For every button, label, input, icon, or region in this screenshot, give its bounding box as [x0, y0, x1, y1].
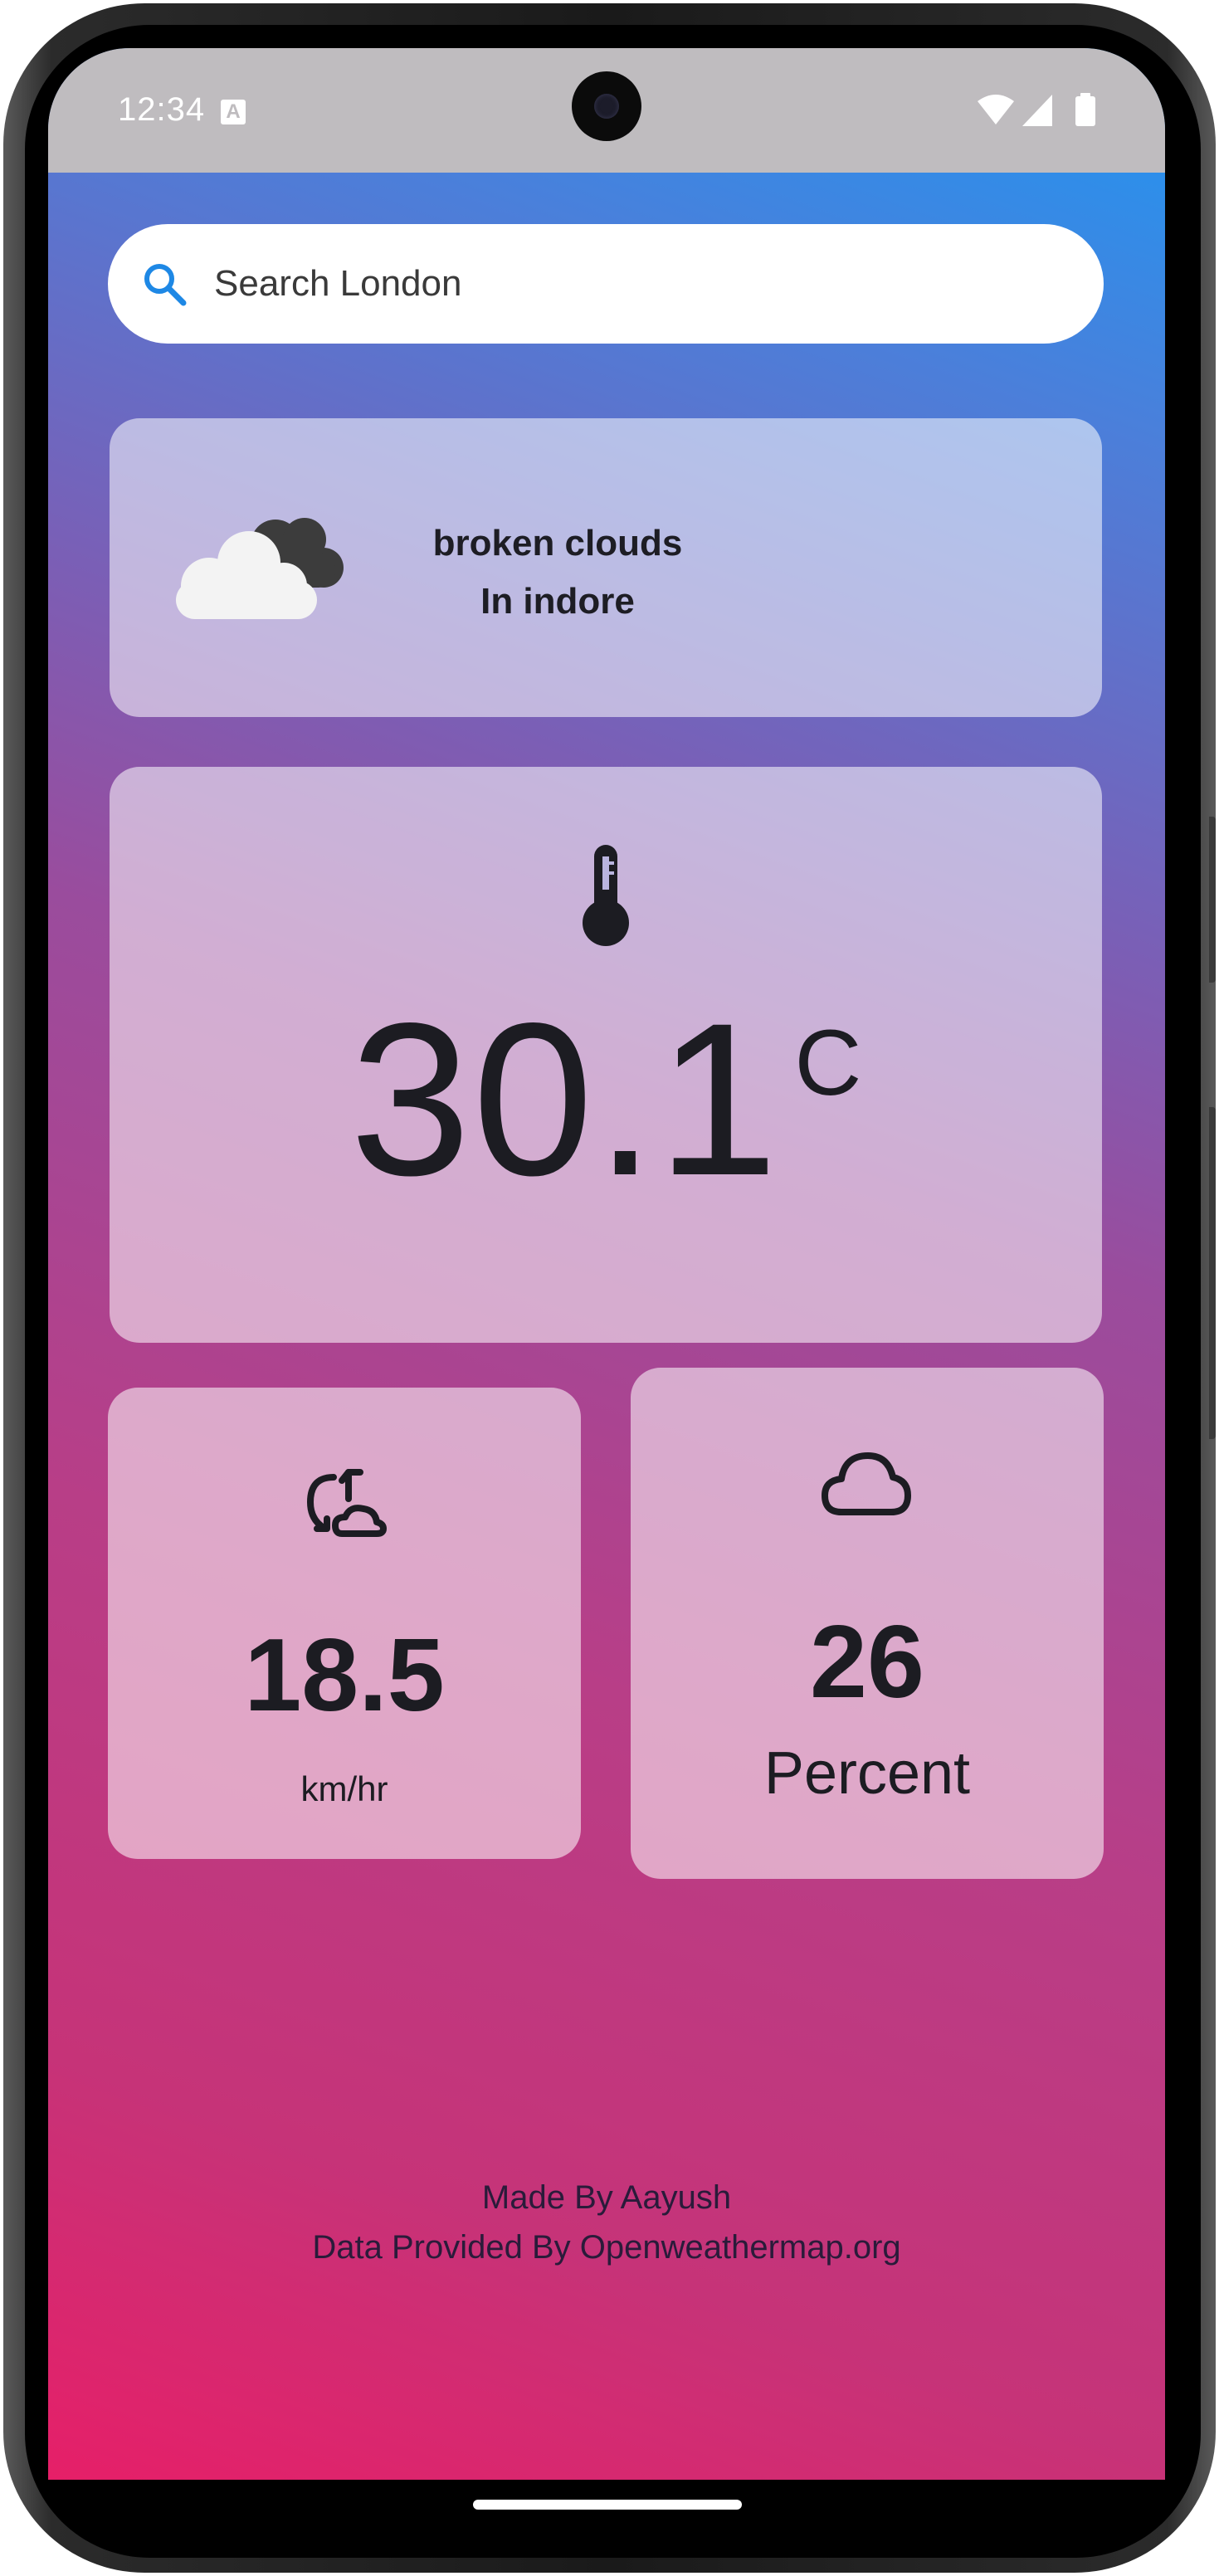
- status-bar: 12:34 A: [48, 48, 1165, 173]
- home-indicator[interactable]: [473, 2500, 742, 2510]
- footer-data-source: Data Provided By Openweathermap.org: [312, 2229, 901, 2266]
- status-icons: [978, 93, 1095, 126]
- wifi-icon: [978, 95, 1014, 124]
- notification-icon: A: [221, 100, 246, 124]
- battery-icon: [1075, 93, 1095, 126]
- temperature-card: 30.1 C: [110, 767, 1102, 1343]
- temperature-unit: C: [794, 1011, 862, 1115]
- condition-info: broken clouds In indore: [408, 515, 707, 631]
- footer-credit: Made By Aayush: [481, 2179, 732, 2216]
- power-button: [1209, 1107, 1216, 1439]
- footer: Made By Aayush Data Provided By Openweat…: [48, 2173, 1165, 2272]
- cellular-signal-icon: [1022, 95, 1052, 126]
- cloudiness-value: 26: [810, 1605, 924, 1720]
- cloudiness-unit: Percent: [763, 1740, 971, 1807]
- wind-icon: [307, 1469, 387, 1537]
- search-input[interactable]: [214, 254, 1077, 314]
- volume-button: [1209, 817, 1216, 983]
- cloud-icon: [822, 1452, 911, 1515]
- wind-value: 18.5: [244, 1618, 445, 1733]
- temperature-display: 30.1 C: [110, 991, 1102, 1208]
- condition-description: broken clouds: [432, 523, 683, 564]
- broken-clouds-icon: [176, 518, 344, 619]
- temperature-value: 30.1: [349, 978, 780, 1221]
- status-time: 12:34: [118, 91, 206, 128]
- wind-unit: km/hr: [300, 1769, 388, 1808]
- phone-device: 12:34 A Search London broken clouds In i…: [0, 0, 1219, 2576]
- app-screen: 12:34 A Search London broken clouds In i…: [48, 48, 1165, 2480]
- cloudiness-card: 26 Percent: [631, 1368, 1104, 1879]
- condition-location: In indore: [480, 581, 635, 622]
- search-icon[interactable]: [139, 259, 189, 309]
- front-camera: [572, 71, 641, 141]
- search-bar[interactable]: [108, 224, 1104, 344]
- thermometer-icon: [583, 845, 629, 946]
- condition-card: broken clouds In indore: [110, 418, 1102, 717]
- wind-card: 18.5 km/hr: [108, 1388, 581, 1859]
